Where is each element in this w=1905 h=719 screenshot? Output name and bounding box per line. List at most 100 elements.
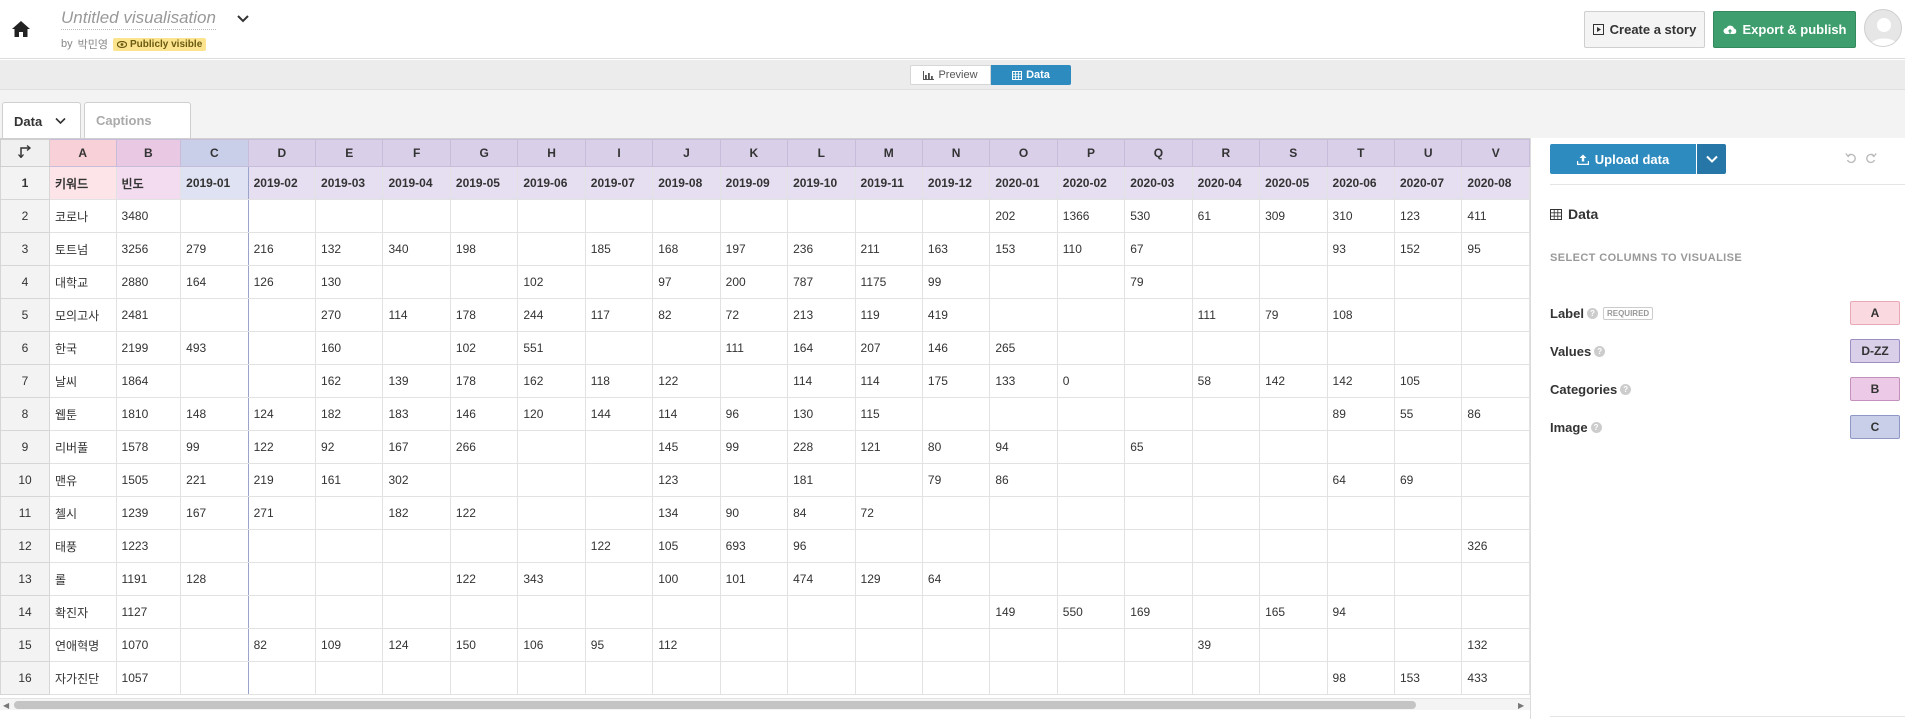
chevron-down-icon[interactable] — [55, 117, 66, 125]
table-cell[interactable] — [989, 529, 1058, 563]
table-cell[interactable]: 183 — [382, 397, 451, 431]
table-cell[interactable] — [315, 199, 384, 233]
binding-column-input[interactable]: D-ZZ — [1850, 339, 1900, 363]
table-cell[interactable]: 175 — [921, 364, 991, 398]
table-cell[interactable]: 310 — [1326, 199, 1395, 233]
table-cell[interactable] — [1393, 496, 1463, 530]
header-cell[interactable]: 2019-04 — [382, 166, 451, 200]
table-cell[interactable] — [247, 364, 317, 398]
table-cell[interactable] — [584, 265, 654, 299]
table-cell[interactable]: 114 — [652, 397, 721, 431]
header-cell[interactable]: 2019-10 — [787, 166, 856, 200]
table-cell[interactable]: 93 — [1326, 232, 1395, 266]
table-cell[interactable] — [315, 496, 384, 530]
column-header[interactable]: K — [719, 139, 789, 167]
table-cell[interactable] — [180, 529, 249, 563]
header-cell[interactable]: 2019-03 — [315, 166, 384, 200]
row-number[interactable]: 6 — [0, 331, 50, 365]
table-cell[interactable] — [1191, 496, 1261, 530]
table-cell[interactable] — [449, 265, 519, 299]
table-cell[interactable]: 139 — [382, 364, 451, 398]
header-cell[interactable]: 2019-07 — [584, 166, 654, 200]
table-cell[interactable]: 182 — [382, 496, 451, 530]
table-cell[interactable]: 1239 — [115, 496, 182, 530]
table-cell[interactable] — [989, 628, 1058, 662]
table-cell[interactable]: 61 — [1191, 199, 1261, 233]
table-cell[interactable] — [382, 595, 451, 629]
table-cell[interactable]: 114 — [382, 298, 451, 332]
table-cell[interactable]: 58 — [1191, 364, 1261, 398]
table-cell[interactable] — [382, 661, 451, 695]
table-cell[interactable]: 날씨 — [48, 364, 117, 398]
row-number[interactable]: 1 — [0, 166, 50, 200]
help-icon[interactable]: ? — [1620, 383, 1632, 395]
table-cell[interactable] — [1191, 430, 1261, 464]
row-number[interactable]: 13 — [0, 562, 50, 596]
table-cell[interactable]: 530 — [1124, 199, 1193, 233]
table-cell[interactable]: 1864 — [115, 364, 182, 398]
table-cell[interactable]: 178 — [449, 298, 519, 332]
table-cell[interactable] — [584, 463, 654, 497]
table-cell[interactable]: 118 — [584, 364, 654, 398]
table-cell[interactable]: 153 — [1393, 661, 1463, 695]
corner-cell[interactable] — [0, 139, 50, 167]
header-cell[interactable]: 2020-04 — [1191, 166, 1261, 200]
column-header[interactable]: P — [1056, 139, 1126, 167]
table-cell[interactable]: 142 — [1326, 364, 1395, 398]
table-cell[interactable]: 86 — [989, 463, 1058, 497]
table-cell[interactable] — [989, 496, 1058, 530]
table-cell[interactable] — [1124, 529, 1193, 563]
help-icon[interactable]: ? — [1586, 307, 1598, 319]
table-cell[interactable] — [1461, 430, 1530, 464]
table-cell[interactable]: 모의고사 — [48, 298, 117, 332]
table-cell[interactable]: 114 — [854, 364, 923, 398]
table-cell[interactable]: 96 — [719, 397, 789, 431]
table-cell[interactable] — [1393, 298, 1463, 332]
table-cell[interactable]: 326 — [1461, 529, 1530, 563]
spreadsheet[interactable]: ABCDEFGHIJKLMNOPQRSTUV 1 키워드 빈도 2019-01 2019… — [0, 138, 1530, 718]
table-cell[interactable] — [989, 661, 1058, 695]
table-cell[interactable]: 162 — [315, 364, 384, 398]
column-header[interactable]: C — [180, 139, 249, 167]
table-cell[interactable]: 82 — [247, 628, 317, 662]
table-cell[interactable] — [517, 199, 586, 233]
table-cell[interactable] — [1124, 298, 1193, 332]
table-cell[interactable] — [652, 331, 721, 365]
table-cell[interactable] — [1259, 331, 1328, 365]
table-cell[interactable]: 1191 — [115, 562, 182, 596]
table-cell[interactable]: 102 — [517, 265, 586, 299]
column-header[interactable]: V — [1461, 139, 1530, 167]
header-cell[interactable]: 2020-08 — [1461, 166, 1530, 200]
table-cell[interactable] — [247, 529, 317, 563]
row-number[interactable]: 10 — [0, 463, 50, 497]
table-cell[interactable] — [382, 562, 451, 596]
table-cell[interactable] — [719, 463, 789, 497]
table-cell[interactable]: 1223 — [115, 529, 182, 563]
table-cell[interactable] — [180, 298, 249, 332]
table-cell[interactable]: 340 — [382, 232, 451, 266]
table-cell[interactable]: 114 — [787, 364, 856, 398]
table-cell[interactable]: 474 — [787, 562, 856, 596]
table-cell[interactable] — [787, 199, 856, 233]
table-cell[interactable]: 맨유 — [48, 463, 117, 497]
table-cell[interactable] — [1124, 562, 1193, 596]
table-cell[interactable]: 152 — [1393, 232, 1463, 266]
chevron-down-icon[interactable] — [236, 12, 250, 26]
upload-options-dropdown[interactable] — [1697, 144, 1726, 174]
table-cell[interactable] — [1124, 364, 1193, 398]
table-cell[interactable]: 167 — [382, 430, 451, 464]
table-cell[interactable]: 코로나 — [48, 199, 117, 233]
table-cell[interactable]: 웹툰 — [48, 397, 117, 431]
data-table[interactable]: ABCDEFGHIJKLMNOPQRSTUV 1 키워드 빈도 2019-01 2019… — [0, 139, 1530, 695]
column-header[interactable]: O — [989, 139, 1058, 167]
table-cell[interactable]: 95 — [1461, 232, 1530, 266]
table-cell[interactable]: 228 — [787, 430, 856, 464]
table-cell[interactable] — [382, 331, 451, 365]
table-cell[interactable]: 148 — [180, 397, 249, 431]
table-cell[interactable]: 69 — [1393, 463, 1463, 497]
table-cell[interactable]: 연애혁명 — [48, 628, 117, 662]
table-cell[interactable]: 178 — [449, 364, 519, 398]
table-cell[interactable]: 0 — [1056, 364, 1126, 398]
table-cell[interactable]: 551 — [517, 331, 586, 365]
header-cell[interactable]: 2019-05 — [449, 166, 519, 200]
